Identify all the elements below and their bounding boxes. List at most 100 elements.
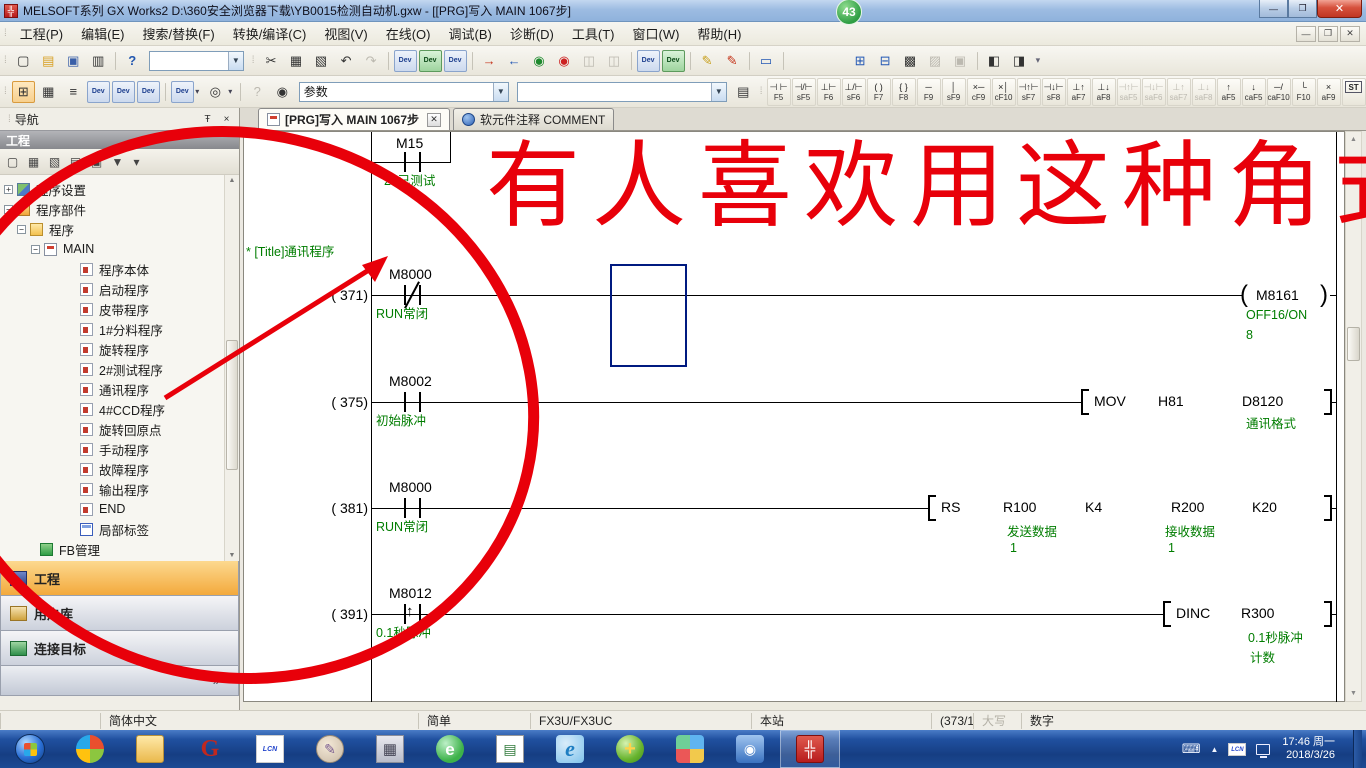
scroll-up-icon[interactable]: ▲: [1346, 132, 1361, 147]
document-icon[interactable]: [480, 730, 540, 768]
save-project-icon[interactable]: ▣: [62, 50, 85, 72]
data-security-icon[interactable]: ▣: [86, 152, 107, 172]
device-combo[interactable]: 参数 ▼: [299, 82, 509, 102]
tree-expander-icon[interactable]: −: [31, 245, 40, 254]
watch-window1-icon[interactable]: ◧: [983, 50, 1006, 72]
document-find-icon[interactable]: ▤: [732, 81, 755, 103]
watch-window2-icon[interactable]: ◨: [1008, 50, 1031, 72]
tree-pou[interactable]: 旋转程序: [0, 339, 239, 359]
scroll-up-icon[interactable]: ▲: [229, 177, 236, 184]
menu-item[interactable]: 转换/编译(C): [224, 22, 316, 45]
tree-pou[interactable]: 手动程序: [0, 439, 239, 459]
menu-item[interactable]: 工具(T): [563, 22, 624, 45]
tray-expand-icon[interactable]: ▲: [1210, 745, 1218, 754]
ladder-key-button[interactable]: ×─ cF9: [967, 78, 991, 106]
lcn-app-icon[interactable]: [240, 730, 300, 768]
separator[interactable]: [631, 52, 632, 70]
ladder-key-button[interactable]: ⊣↑⊢ saF5: [1117, 78, 1141, 106]
gx-works2-icon[interactable]: [780, 730, 840, 768]
separator[interactable]: [472, 52, 473, 70]
tree-local-label[interactable]: 局部标签: [0, 519, 239, 539]
ladder-key-button[interactable]: ( ) F7: [867, 78, 891, 106]
tree-scrollbar[interactable]: ▲ ▼: [224, 175, 239, 561]
tree-pou[interactable]: 皮带程序: [0, 299, 239, 319]
chevron-down-icon[interactable]: ▼: [228, 52, 243, 70]
monitor-pause-icon[interactable]: ◫: [578, 50, 601, 72]
start-button[interactable]: [0, 730, 60, 768]
window-combo[interactable]: ▼: [149, 51, 244, 71]
tree-expander-icon[interactable]: −: [4, 205, 13, 214]
ladder-key-button[interactable]: ⊥↓ aF8: [1092, 78, 1116, 106]
new-data-icon[interactable]: ▢: [2, 152, 23, 172]
tree-pou[interactable]: 4#CCD程序: [0, 399, 239, 419]
undo-icon[interactable]: ↶: [335, 50, 358, 72]
menu-item[interactable]: 在线(O): [377, 22, 440, 45]
minimize-button[interactable]: —: [1259, 0, 1288, 18]
tab-device-comment[interactable]: 软元件注释 COMMENT: [453, 108, 614, 130]
paste-icon[interactable]: ▧: [310, 50, 333, 72]
tree-pou-end[interactable]: END: [0, 499, 239, 519]
mdi-restore-icon[interactable]: ❐: [1318, 26, 1338, 42]
ladder-key-button[interactable]: ×│ cF10: [992, 78, 1016, 106]
separator[interactable]: [749, 52, 750, 70]
horizontal-scrollbar[interactable]: [243, 702, 1362, 710]
menu-item[interactable]: 调试(B): [439, 22, 500, 45]
transfer-read-icon[interactable]: ←: [503, 50, 526, 72]
mdi-close-icon[interactable]: ✕: [1340, 26, 1360, 42]
device-batch-icon[interactable]: Dev: [137, 81, 160, 103]
monitor-stop-icon[interactable]: ◉: [553, 50, 576, 72]
ladder-key-button[interactable]: ⊥⊢ F6: [817, 78, 841, 106]
ladder-insert-row-icon[interactable]: ⊞: [849, 50, 872, 72]
print-icon[interactable]: ▥: [87, 50, 110, 72]
ladder-key-button[interactable]: ⊣/⊢ sF5: [792, 78, 816, 106]
image-viewer-icon[interactable]: [660, 730, 720, 768]
ladder-key-button[interactable]: ⊥↑ aF7: [1067, 78, 1091, 106]
device-registration-icon[interactable]: Dev: [662, 50, 685, 72]
ladder-key-button[interactable]: │ sF9: [942, 78, 966, 106]
menu-item[interactable]: 诊断(D): [501, 22, 563, 45]
ladder-key-button[interactable]: ↓ caF5: [1242, 78, 1266, 106]
scroll-down-icon[interactable]: ▼: [229, 552, 236, 559]
tree-main[interactable]: − MAIN: [0, 239, 239, 259]
close-icon[interactable]: ×: [218, 112, 235, 127]
dropdown-arrow-icon[interactable]: ▾: [226, 81, 235, 103]
ladder-key-button[interactable]: ⊥↓ saF8: [1192, 78, 1216, 106]
ladder-key-button[interactable]: ⊣ ⊢ F5: [767, 78, 791, 106]
separator[interactable]: [240, 83, 241, 101]
ladder-delete-row-icon[interactable]: ⊟: [874, 50, 897, 72]
close-button[interactable]: ✕: [1317, 0, 1362, 18]
device-batch-monitor-icon[interactable]: Dev: [637, 50, 660, 72]
tree-pou[interactable]: 故障程序: [0, 459, 239, 479]
ladder-key-button[interactable]: ST: [1342, 78, 1366, 106]
vertical-scrollbar[interactable]: ▲ ▼: [1345, 131, 1362, 702]
ladder-key-button[interactable]: ⊥/⊢ sF6: [842, 78, 866, 106]
separator[interactable]: [388, 52, 389, 70]
monitor-mode-icon[interactable]: ◫: [603, 50, 626, 72]
screen-display-icon[interactable]: ▭: [755, 50, 778, 72]
tree-struct[interactable]: 结构体: [0, 559, 239, 561]
lcn-tray-icon[interactable]: LCN: [1228, 743, 1246, 756]
tree-expander-icon[interactable]: +: [4, 185, 13, 194]
separator[interactable]: [690, 52, 691, 70]
ladder-key-button[interactable]: ⊣↑⊢ sF7: [1017, 78, 1041, 106]
menu-item[interactable]: 窗口(W): [623, 22, 688, 45]
cut-icon[interactable]: ✂: [260, 50, 283, 72]
new-project-icon[interactable]: ▢: [12, 50, 35, 72]
separator[interactable]: [165, 83, 166, 101]
switcher-project[interactable]: 工程: [0, 561, 239, 596]
scrollbar-thumb[interactable]: [1347, 327, 1360, 361]
g-browser-icon[interactable]: [180, 730, 240, 768]
photo-app-icon[interactable]: [720, 730, 780, 768]
tab-close-icon[interactable]: ✕: [427, 113, 441, 127]
tab-main-program[interactable]: [PRG]写入 MAIN 1067步 ✕: [258, 108, 450, 130]
keyboard-icon[interactable]: ⌨: [1182, 741, 1201, 757]
paste-data-icon[interactable]: ▧: [44, 152, 65, 172]
verify-with-plc-icon[interactable]: Dev: [444, 50, 467, 72]
find-binoculars-icon[interactable]: ◉: [271, 81, 294, 103]
tree-program-folder[interactable]: − 程序: [0, 219, 239, 239]
navigation-window-icon[interactable]: ⊞: [12, 81, 35, 103]
program-list-icon[interactable]: ≡: [62, 81, 85, 103]
separator[interactable]: [977, 52, 978, 70]
write-to-plc-icon[interactable]: Dev: [394, 50, 417, 72]
ladder-key-button[interactable]: └ F10: [1292, 78, 1316, 106]
